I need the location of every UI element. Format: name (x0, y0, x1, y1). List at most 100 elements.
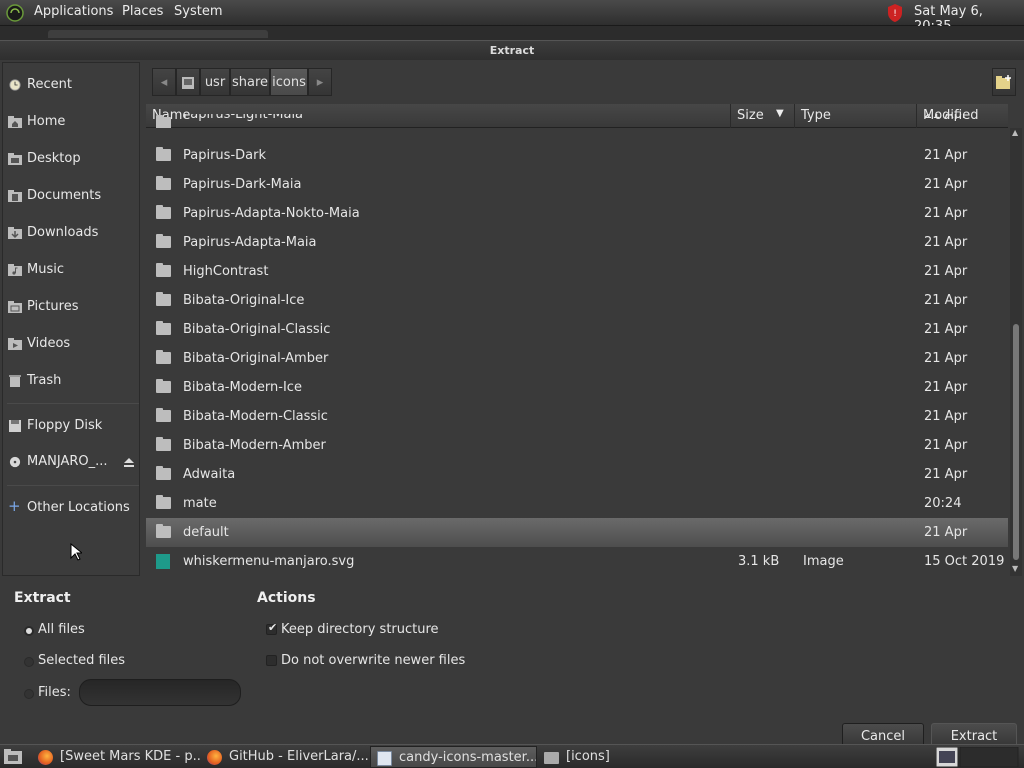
folder-icon (156, 466, 171, 480)
taskbar-item-candy-icons[interactable]: candy-icons-master.... (370, 746, 537, 768)
file-name: mate (183, 496, 217, 511)
trash-icon (9, 375, 21, 387)
file-name: HighContrast (183, 264, 269, 279)
file-modified: 21 Apr (924, 235, 968, 250)
music-folder-icon (8, 264, 22, 276)
extract-section-title: Extract (14, 590, 71, 606)
no-overwrite-label[interactable]: Do not overwrite newer files (281, 653, 465, 668)
sidebar-item-documents[interactable]: Documents (5, 184, 139, 208)
path-crumb-share[interactable]: share (230, 68, 270, 96)
no-overwrite-checkbox[interactable] (266, 655, 277, 666)
taskbar-item-sweet-mars[interactable]: [Sweet Mars KDE - p... (32, 746, 200, 768)
menu-applications[interactable]: Applications (34, 4, 113, 19)
sidebar-item-videos[interactable]: Videos (5, 332, 139, 356)
selected-files-label[interactable]: Selected files (38, 653, 125, 668)
file-modified: 21 Apr (924, 467, 968, 482)
table-row[interactable]: Papirus-Dark-Maia 21 Apr (146, 170, 1008, 199)
file-modified: 21 Apr (924, 114, 968, 122)
table-row[interactable]: Papirus-Adapta-Nokto-Maia 21 Apr (146, 199, 1008, 228)
path-crumb-usr[interactable]: usr (200, 68, 230, 96)
extract-options: Extract All files Selected files Files: … (0, 578, 1024, 749)
all-files-radio[interactable] (24, 626, 34, 636)
sidebar-item-home[interactable]: Home (5, 110, 139, 134)
sidebar-item-label: Pictures (27, 299, 79, 314)
sidebar-item-trash[interactable]: Trash (5, 369, 139, 393)
file-list[interactable]: Name Size ▼ Type Modified Papirus-Light-… (146, 104, 1008, 576)
dialog-title: Extract (0, 40, 1024, 60)
sidebar-item-downloads[interactable]: Downloads (5, 221, 139, 245)
mouse-pointer-icon (70, 543, 82, 561)
file-modified: 21 Apr (924, 525, 968, 540)
table-row[interactable]: whiskermenu-manjaro.svg 3.1 kB Image 15 Oct… (146, 547, 1008, 576)
mate-logo-icon[interactable] (6, 4, 24, 22)
sidebar-item-floppy[interactable]: Floppy Disk (5, 414, 139, 438)
table-row[interactable]: Bibata-Modern-Classic 21 Apr (146, 402, 1008, 431)
files-pattern-input[interactable] (79, 679, 241, 706)
vertical-scrollbar[interactable]: ▲ ▼ (1010, 128, 1022, 576)
table-row[interactable]: HighContrast 21 Apr (146, 257, 1008, 286)
path-root-button[interactable] (176, 68, 200, 96)
workspace-switcher-icon[interactable] (936, 747, 1020, 767)
folder-icon (544, 752, 559, 764)
create-folder-button[interactable] (992, 68, 1016, 96)
sidebar-item-other-locations[interactable]: + Other Locations (5, 496, 139, 520)
table-row[interactable]: Papirus-Adapta-Maia 21 Apr (146, 228, 1008, 257)
keep-structure-label[interactable]: Keep directory structure (281, 622, 439, 637)
sidebar-item-desktop[interactable]: Desktop (5, 147, 139, 171)
shield-update-icon[interactable]: ! (886, 3, 904, 23)
show-desktop-icon[interactable] (4, 749, 22, 765)
sidebar-item-manjaro[interactable]: MANJARO_... (5, 450, 139, 474)
table-row[interactable]: Papirus-Light-Maia 21 Apr (146, 114, 1008, 128)
sidebar-item-label: Desktop (27, 151, 81, 166)
scrollbar-thumb[interactable] (1013, 324, 1019, 560)
new-folder-icon (996, 75, 1011, 89)
table-row[interactable]: Adwaita 21 Apr (146, 460, 1008, 489)
menu-system[interactable]: System (174, 4, 222, 19)
desktop-folder-icon (8, 153, 22, 165)
table-row[interactable]: Bibata-Original-Classic 21 Apr (146, 315, 1008, 344)
sidebar-item-music[interactable]: Music (5, 258, 139, 282)
file-modified: 15 Oct 2019 (924, 554, 1005, 569)
table-row[interactable]: Bibata-Original-Ice 21 Apr (146, 286, 1008, 315)
taskbar-item-icons-folder[interactable]: [icons] (538, 746, 708, 768)
path-crumb-icons[interactable]: icons (270, 68, 308, 96)
sidebar-item-recent[interactable]: Recent (5, 73, 139, 97)
files-radio[interactable] (24, 689, 34, 699)
sidebar-item-pictures[interactable]: Pictures (5, 295, 139, 319)
sidebar-item-label: Videos (27, 336, 71, 351)
file-name: Bibata-Original-Classic (183, 322, 331, 337)
taskbar: [Sweet Mars KDE - p... GitHub - EliverLa… (0, 744, 1024, 768)
table-row[interactable]: Bibata-Modern-Ice 21 Apr (146, 373, 1008, 402)
file-modified: 21 Apr (924, 409, 968, 424)
keep-structure-checkbox[interactable]: ✔ (266, 621, 277, 635)
sidebar-separator (7, 403, 139, 404)
sidebar-item-label: MANJARO_... (27, 454, 108, 469)
file-name: default (183, 525, 229, 540)
table-row[interactable]: Bibata-Modern-Amber 21 Apr (146, 431, 1008, 460)
sidebar-item-label: Downloads (27, 225, 99, 240)
path-forward-button[interactable]: ▸ (308, 68, 332, 96)
table-row[interactable]: default 21 Apr (146, 518, 1008, 547)
folder-icon (156, 379, 171, 393)
archive-window-icon (377, 751, 392, 766)
scroll-up-icon[interactable]: ▲ (1012, 128, 1018, 137)
eject-icon[interactable] (123, 456, 135, 468)
scroll-down-icon[interactable]: ▼ (1012, 564, 1018, 573)
files-label[interactable]: Files: (38, 685, 71, 700)
folder-icon (156, 115, 171, 128)
all-files-label[interactable]: All files (38, 622, 85, 637)
table-row[interactable]: Bibata-Original-Amber 21 Apr (146, 344, 1008, 373)
clock-icon (9, 79, 21, 91)
table-row[interactable]: mate 20:24 (146, 489, 1008, 518)
sidebar-item-label: Recent (27, 77, 72, 92)
table-row[interactable]: Papirus-Dark 21 Apr (146, 141, 1008, 170)
file-modified: 21 Apr (924, 293, 968, 308)
path-back-button[interactable]: ◂ (152, 68, 176, 96)
sidebar-item-label: Floppy Disk (27, 418, 103, 433)
videos-folder-icon (8, 338, 22, 350)
actions-section-title: Actions (257, 590, 316, 606)
optical-disc-icon (9, 456, 21, 468)
menu-places[interactable]: Places (122, 4, 163, 19)
taskbar-item-github[interactable]: GitHub - EliverLara/... (201, 746, 369, 768)
selected-files-radio[interactable] (24, 657, 34, 667)
